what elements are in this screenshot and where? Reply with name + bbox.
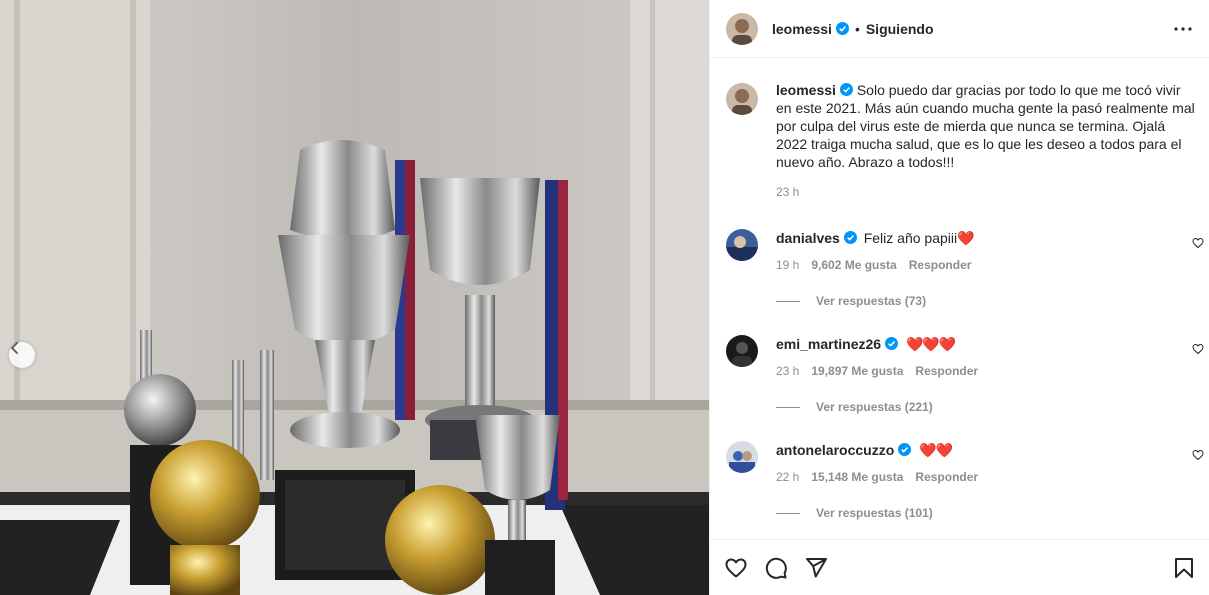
comment-time[interactable]: 23 h (776, 364, 799, 378)
comment-username[interactable]: emi_martinez26 (776, 336, 881, 352)
comment-username[interactable]: danialves (776, 230, 840, 246)
profile-photo-icon (726, 229, 758, 261)
username-link[interactable]: leomessi (772, 21, 832, 37)
avatar[interactable] (726, 12, 758, 45)
comment-item: antonelaroccuzzo ❤️❤️ 22 h 15,148 Me gus… (726, 441, 1204, 520)
verified-badge-icon (885, 337, 899, 350)
verified-badge-icon (839, 83, 853, 96)
profile-photo-icon (726, 441, 758, 473)
header-username[interactable]: leomessi (772, 21, 849, 37)
reply-button[interactable]: Responder (915, 470, 978, 484)
verified-badge-icon (835, 21, 849, 35)
caption-text-block: leomessi Solo puedo dar gracias por todo… (776, 81, 1196, 171)
comment-time[interactable]: 19 h (776, 258, 799, 272)
reply-button[interactable]: Responder (915, 364, 978, 378)
heart-icon[interactable] (724, 556, 748, 580)
replies-divider (776, 512, 800, 514)
comment-meta: 19 h 9,602 Me gusta Responder (776, 258, 1196, 272)
verified-badge-icon (898, 443, 912, 456)
verified-badge-icon (843, 231, 857, 244)
like-comment-icon[interactable] (1192, 449, 1204, 461)
comment-meta: 22 h 15,148 Me gusta Responder (776, 470, 1196, 484)
trophies-image (0, 0, 709, 595)
view-replies-label: Ver respuestas (221) (816, 400, 933, 414)
post-caption: leomessi Solo puedo dar gracias por todo… (726, 81, 1196, 199)
following-button[interactable]: Siguiendo (866, 21, 934, 37)
heart-emoji: ❤️❤️❤️ (905, 336, 956, 352)
view-replies-button[interactable]: Ver respuestas (101) (776, 506, 1196, 520)
avatar[interactable] (726, 335, 758, 367)
profile-photo-icon (726, 335, 758, 367)
profile-photo-icon (726, 83, 758, 115)
like-comment-icon[interactable] (1192, 237, 1204, 249)
comment-likes[interactable]: 15,148 Me gusta (811, 470, 903, 484)
view-replies-label: Ver respuestas (101) (816, 506, 933, 520)
profile-photo-icon (726, 12, 758, 45)
comment-body: antonelaroccuzzo ❤️❤️ (776, 441, 1196, 459)
comments-section[interactable]: leomessi Solo puedo dar gracias por todo… (710, 59, 1209, 539)
comment-text: Feliz año papiii (863, 230, 958, 246)
comment-body: danialves Feliz año papiii❤️ (776, 229, 1196, 247)
caption-text: Solo puedo dar gracias por todo lo que m… (776, 82, 1195, 170)
comment-username[interactable]: antonelaroccuzzo (776, 442, 894, 458)
post-actions-bar (710, 539, 1209, 595)
bookmark-icon[interactable] (1172, 556, 1196, 580)
heart-emoji: ❤️❤️ (919, 442, 953, 458)
more-options-icon[interactable] (1173, 26, 1193, 32)
comment-icon[interactable] (764, 556, 788, 580)
view-replies-label: Ver respuestas (73) (816, 294, 927, 308)
post-header: leomessi • Siguiendo (710, 0, 1209, 58)
like-comment-icon[interactable] (1192, 343, 1204, 355)
chevron-left-icon (11, 342, 18, 354)
comment-body: emi_martinez26 ❤️❤️❤️ (776, 335, 1196, 353)
avatar[interactable] (726, 229, 758, 261)
separator-dot: • (854, 20, 860, 37)
heart-emoji: ❤️ (957, 230, 974, 246)
view-replies-button[interactable]: Ver respuestas (73) (776, 294, 1196, 308)
replies-divider (776, 406, 800, 408)
comment-likes[interactable]: 9,602 Me gusta (811, 258, 896, 272)
comment-item: danialves Feliz año papiii❤️ 19 h 9,602 … (726, 229, 1204, 308)
previous-photo-button[interactable] (9, 342, 35, 368)
caption-timestamp[interactable]: 23 h (776, 185, 1196, 199)
replies-divider (776, 300, 800, 302)
comment-item: emi_martinez26 ❤️❤️❤️ 23 h 19,897 Me gus… (726, 335, 1204, 414)
avatar[interactable] (726, 83, 758, 115)
comment-time[interactable]: 22 h (776, 470, 799, 484)
reply-button[interactable]: Responder (909, 258, 972, 272)
send-icon[interactable] (804, 556, 828, 580)
caption-username[interactable]: leomessi (776, 82, 836, 98)
post-side-panel: leomessi • Siguiendo leomessi Solo puedo… (709, 0, 1209, 595)
view-replies-button[interactable]: Ver respuestas (221) (776, 400, 1196, 414)
avatar[interactable] (726, 441, 758, 473)
post-photo[interactable] (0, 0, 709, 595)
comment-likes[interactable]: 19,897 Me gusta (811, 364, 903, 378)
comment-meta: 23 h 19,897 Me gusta Responder (776, 364, 1196, 378)
